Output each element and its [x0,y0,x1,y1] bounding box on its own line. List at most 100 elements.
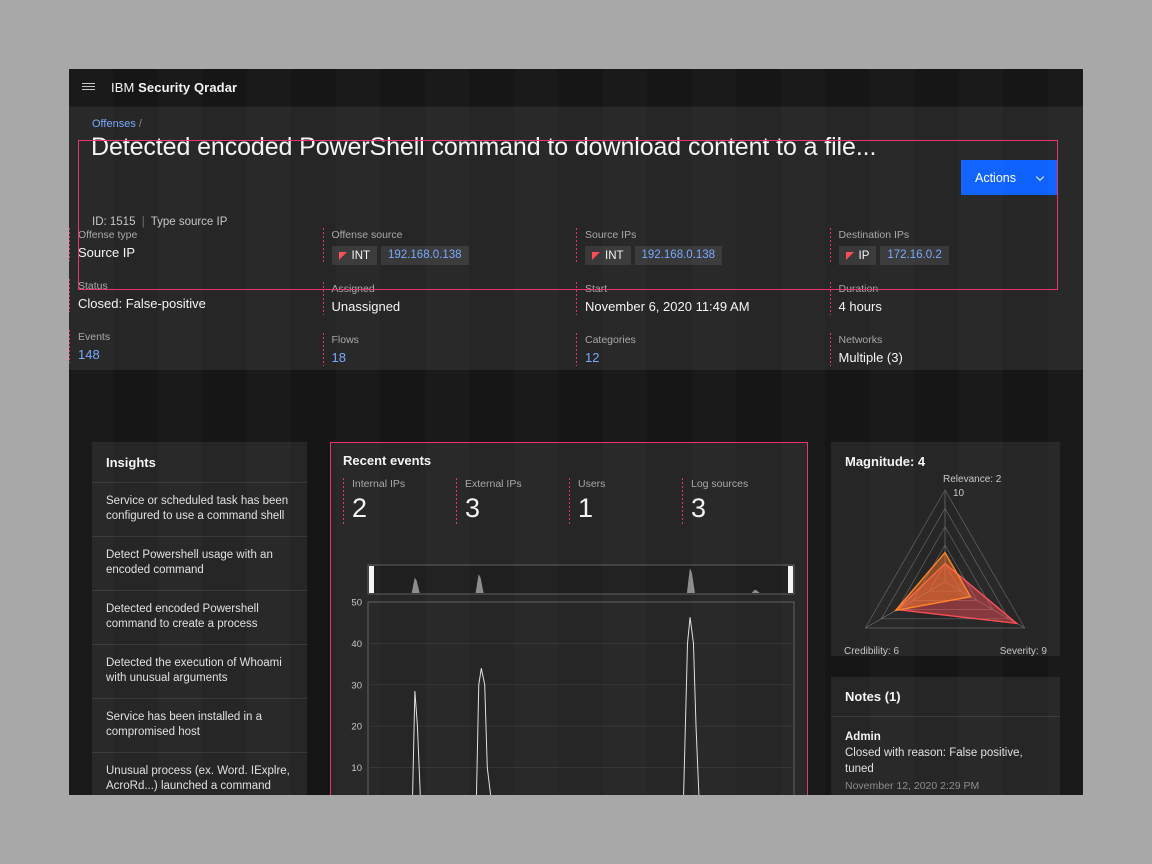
insight-item[interactable]: Unusual process (ex. Word. IExplre, Acro… [92,753,307,795]
ip-address-tag[interactable]: 192.168.0.138 [381,246,469,265]
brand-ibm: IBM [111,80,134,95]
direction-tag[interactable]: INT [585,246,631,265]
insight-item[interactable]: Service or scheduled task has been confi… [92,483,307,537]
summary-grid: Offense typeSource IP StatusClosed: False… [69,213,1083,370]
svg-text:30: 30 [351,680,362,691]
svg-text:20: 20 [351,722,362,733]
direction-tag-label: INT [352,250,371,262]
direction-tag-label: INT [605,250,624,262]
summary-field-value[interactable]: 148 [78,346,323,364]
brand-product: Security Qradar [138,80,237,95]
summary-field: Offense typeSource IP [69,228,323,262]
insight-item[interactable]: Service has been installed in a compromi… [92,699,307,753]
stat-label: Log sources [691,478,795,490]
direction-triangle-icon [339,252,347,260]
summary-column: Offense typeSource IP StatusClosed: False… [69,213,323,370]
summary-field-label: Categories [585,333,830,348]
ip-address-tag[interactable]: 192.168.0.138 [635,246,723,265]
ip-tag-group: INT 192.168.0.138 [585,246,830,265]
insight-item[interactable]: Detected the execution of Whoami with un… [92,645,307,699]
stat-label: Internal IPs [352,478,456,490]
page-title: Detected encoded PowerShell command to d… [91,133,876,162]
summary-column: Destination IPs IP 172.16.0.2 Duration4 hou… [830,213,1084,370]
radar-label-credibility: Credibility: 6 [844,646,899,657]
note-item: Admin Closed with reason: False positive… [831,717,1060,795]
summary-field-label: Status [78,279,323,294]
ip-tag-group: INT 192.168.0.138 [332,246,577,265]
summary-column: Offense sourceINT192.168.0.138AssignedUn… [323,213,577,370]
summary-field: StartNovember 6, 2020 11:49 AM [576,282,830,316]
actions-button-label: Actions [975,171,1016,185]
summary-field-value: Multiple (3) [839,349,1084,367]
recent-events-header: Recent events [330,442,808,478]
summary-field: NetworksMultiple (3) [830,333,1084,367]
meta-separator: | [139,216,148,228]
stat-value: 2 [352,492,456,524]
summary-field-value[interactable]: 12 [585,349,830,367]
summary-field-label: Assigned [332,282,577,297]
events-timeline-chart[interactable]: 01020304050Nov 6, 13:1914:0016:0018:0018… [330,557,808,795]
radar-tick-max: 10 [953,488,964,499]
summary-field-value: 4 hours [839,298,1084,316]
summary-field: Offense sourceINT192.168.0.138 [323,228,577,265]
breadcrumb-separator: / [139,118,142,130]
magnitude-panel: Magnitude: 4 Relevance: 2 10 Credibility… [831,442,1060,656]
recent-events-stats: Internal IPs2External IPs3Users1Log sour… [330,478,808,524]
hamburger-menu-icon[interactable] [69,69,107,107]
summary-field: Events148 [69,330,323,364]
stat-value: 3 [691,492,795,524]
note-author: Admin [845,729,1046,745]
summary-field: Duration4 hours [830,282,1084,316]
offense-meta: ID: 1515 | Type source IP [92,216,227,228]
radar-label-relevance: Relevance: 2 [943,474,1001,485]
summary-field-value: Unassigned [332,298,577,316]
summary-field-label: Flows [332,333,577,348]
summary-field-value[interactable]: 18 [332,349,577,367]
svg-text:40: 40 [351,639,362,650]
actions-button[interactable]: Actions [961,160,1058,195]
insights-header: Insights [92,442,307,482]
direction-triangle-icon [592,252,600,260]
summary-field: StatusClosed: False-positive [69,279,323,313]
radar-label-severity: Severity: 9 [1000,646,1047,657]
magnitude-radar-chart: Relevance: 2 10 Credibility: 6 Severity:… [831,442,1060,656]
stat-tile: Internal IPs 2 [343,478,456,524]
summary-field-label: Offense type [78,228,323,243]
summary-field-label: Duration [839,282,1084,297]
direction-tag[interactable]: INT [332,246,378,265]
summary-field: Source IPs INT 192.168.0.138 [576,228,830,265]
insight-item[interactable]: Detect Powershell usage with an encoded … [92,537,307,591]
stat-tile: External IPs3 [456,478,569,524]
note-date: November 12, 2020 2:29 PM [845,779,1046,794]
notes-header: Notes (1) [831,677,1060,717]
insights-list: Service or scheduled task has been confi… [92,482,307,795]
content-area: Insights Service or scheduled task has b… [69,373,1083,795]
qradar-app-window: IBM Security Qradar Offenses / Detected … [69,69,1083,795]
ip-address-tag[interactable]: 172.16.0.2 [880,246,948,265]
breadcrumb[interactable]: Offenses / [92,118,142,130]
offense-id: ID: 1515 [92,216,135,228]
summary-field: Destination IPs IP 172.16.0.2 [830,228,1084,265]
direction-tag[interactable]: IP [839,246,877,265]
ip-tag-group: IP 172.16.0.2 [839,246,1084,265]
insight-item[interactable]: Detected encoded Powershell command to c… [92,591,307,645]
summary-field-label: Destination IPs [839,228,1084,243]
summary-field-label: Events [78,330,323,345]
stat-value: 3 [465,492,569,524]
direction-tag-label: IP [859,250,870,262]
offense-header: Offenses / Detected encoded PowerShell c… [69,107,1083,213]
direction-triangle-icon [846,252,854,260]
stat-tile: Log sources 3 [682,478,795,524]
recent-events-panel: Recent events Internal IPs 2External IPs3… [330,442,808,795]
chevron-down-icon [1034,172,1046,184]
product-brand: IBM Security Qradar [111,80,237,95]
top-navigation-bar: IBM Security Qradar [69,69,1083,107]
summary-field-label: Source IPs [585,228,830,243]
summary-field: AssignedUnassigned [323,282,577,316]
summary-field-label: Networks [839,333,1084,348]
breadcrumb-offenses[interactable]: Offenses [92,118,136,130]
stat-tile: Users1 [569,478,682,524]
recent-events-title: Recent events [343,453,431,468]
summary-field: Categories12 [576,333,830,367]
stat-label: Users [578,478,682,490]
